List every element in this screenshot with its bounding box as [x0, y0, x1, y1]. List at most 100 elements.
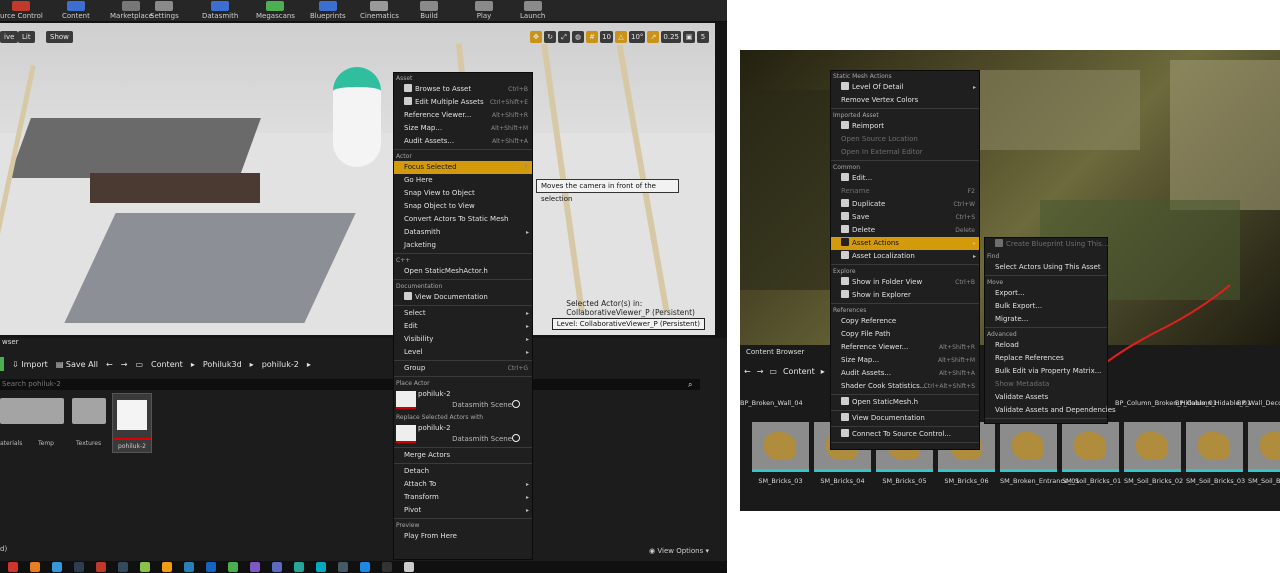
folder-textures[interactable] — [72, 398, 106, 424]
add-new-icon[interactable] — [0, 357, 4, 371]
menu-item[interactable]: Select Actors Using This Asset — [985, 261, 1107, 274]
menu-item[interactable]: Snap View to Object — [394, 187, 532, 200]
content-search-input[interactable]: Search pohiluk-2 — [0, 379, 700, 390]
grid-snap-icon[interactable]: # — [586, 31, 599, 43]
menu-item-play-from-here[interactable]: Play From Here — [394, 530, 532, 543]
menu-item[interactable]: Show in Explorer — [831, 289, 979, 302]
menu-item[interactable]: Copy File Path — [831, 328, 979, 341]
breadcrumb-content[interactable]: Content — [151, 360, 183, 369]
menu-item[interactable]: Browse to Asset Ctrl+B — [394, 83, 532, 96]
blueprint-asset-label[interactable]: BP_Column_Hidable_01 — [1175, 400, 1251, 407]
menu-item[interactable]: Copy Reference — [831, 315, 979, 328]
taskbar-app-icon[interactable] — [206, 562, 216, 572]
taskbar-app-icon[interactable] — [294, 562, 304, 572]
rotation-snap-icon[interactable]: △ — [614, 31, 627, 43]
menu-item[interactable]: Delete Delete — [831, 224, 979, 237]
taskbar-app-icon[interactable] — [162, 562, 172, 572]
taskbar-app-icon[interactable] — [30, 562, 40, 572]
menu-item[interactable]: Select ▸ — [394, 307, 532, 320]
forward-arrow-icon[interactable]: → — [121, 360, 128, 369]
menu-item[interactable]: Edit... — [831, 172, 979, 185]
menu-item[interactable]: Edit Multiple Assets Ctrl+Shift+E — [394, 96, 532, 109]
menu-item[interactable]: Convert Actors To Static Mesh — [394, 213, 532, 226]
search-icon[interactable]: ⌕ — [688, 380, 692, 390]
menu-item[interactable]: Save Ctrl+S — [831, 211, 979, 224]
mesh-asset-thumbnail[interactable] — [1248, 422, 1280, 472]
back-arrow-icon[interactable]: ← — [106, 360, 113, 369]
menu-item[interactable]: Connect To Source Control... — [831, 428, 979, 441]
toolbar-button-launch[interactable]: Launch — [520, 0, 545, 22]
taskbar-app-icon[interactable] — [316, 562, 326, 572]
mesh-asset-thumbnail[interactable] — [752, 422, 809, 472]
viewport-perspective-button[interactable]: ive — [0, 31, 19, 43]
toolbar-button-build[interactable]: Build — [420, 0, 438, 22]
viewport-lit-button[interactable]: Lit — [18, 31, 35, 43]
world-icon[interactable]: ◍ — [572, 31, 585, 43]
toolbar-button-blueprints[interactable]: Blueprints — [310, 0, 346, 22]
scale-snap-value[interactable]: 0.25 — [661, 31, 681, 43]
toolbar-button-datasmith[interactable]: Datasmith — [202, 0, 238, 22]
breadcrumb-pohiluk-2[interactable]: pohiluk-2 — [262, 360, 299, 369]
menu-item[interactable]: Pivot ▸ — [394, 504, 532, 517]
toolbar-button-source-control[interactable]: urce Control — [0, 0, 43, 22]
taskbar-app-icon[interactable] — [228, 562, 238, 572]
view-options-button[interactable]: ◉ View Options ▾ — [649, 547, 709, 555]
menu-item[interactable]: Validate Assets and Dependencies — [985, 404, 1116, 417]
menu-item[interactable]: Attach To ▸ — [394, 478, 532, 491]
menu-item[interactable]: Edit ▸ — [394, 320, 532, 333]
menu-item[interactable]: Transform ▸ — [394, 491, 532, 504]
menu-item-create-blueprint[interactable]: Create Blueprint Using This... — [985, 238, 1108, 251]
taskbar-app-icon[interactable] — [272, 562, 282, 572]
breadcrumb-content[interactable]: Content — [783, 367, 815, 376]
menu-item[interactable]: Open In External Editor — [831, 146, 979, 159]
toolbar-button-content[interactable]: Content — [62, 0, 90, 22]
menu-item[interactable]: Asset Actions ▸ — [831, 237, 979, 250]
mesh-asset-thumbnail[interactable] — [1000, 422, 1057, 472]
menu-item[interactable]: Reference Viewer... Alt+Shift+R — [831, 341, 979, 354]
folder-materials[interactable] — [0, 398, 34, 424]
menu-item[interactable]: Snap Object to View — [394, 200, 532, 213]
menu-item[interactable]: Audit Assets... Alt+Shift+A — [831, 367, 979, 380]
camera-speed-value[interactable]: 5 — [697, 31, 709, 43]
import-button[interactable]: ⇩ Import — [12, 360, 48, 369]
folder-icon[interactable]: ▭ — [769, 367, 777, 376]
rotate-icon[interactable]: ↻ — [544, 31, 557, 43]
content-browser-tab[interactable]: wser — [0, 338, 19, 350]
menu-item[interactable]: Jacketing — [394, 239, 532, 252]
mesh-asset-thumbnail[interactable] — [1186, 422, 1243, 472]
taskbar-app-icon[interactable] — [360, 562, 370, 572]
save-all-button[interactable]: ▤ Save All — [56, 360, 98, 369]
menu-item[interactable]: Open Source Location — [831, 133, 979, 146]
menu-item[interactable]: Bulk Export... — [985, 300, 1107, 313]
scale-icon[interactable]: ⤢ — [558, 31, 571, 43]
toolbar-button-settings[interactable]: Settings — [150, 0, 179, 22]
viewport-show-button[interactable]: Show — [46, 31, 73, 43]
blueprint-asset-label[interactable]: BP_Column_Broken_Hidable_01 — [1115, 400, 1217, 407]
taskbar-app-icon[interactable] — [140, 562, 150, 572]
taskbar-app-icon[interactable] — [184, 562, 194, 572]
menu-item[interactable]: Size Map... Alt+Shift+M — [394, 122, 532, 135]
toolbar-button-play[interactable]: Play — [475, 0, 493, 22]
place-actor-item[interactable]: pohiluk-2 Datasmith Scene — [394, 388, 532, 412]
content-browser-tab[interactable]: Content Browser — [746, 348, 804, 358]
folder-temp[interactable] — [30, 398, 64, 424]
forward-arrow-icon[interactable]: → — [757, 367, 764, 376]
menu-item[interactable]: Reload — [985, 339, 1107, 352]
toolbar-button-marketplace[interactable]: Marketplace — [110, 0, 153, 22]
menu-item[interactable]: Show Metadata — [985, 378, 1107, 391]
menu-item[interactable]: Datasmith ▸ — [394, 226, 532, 239]
menu-item[interactable]: Detach — [394, 465, 532, 478]
menu-item[interactable]: Open StaticMesh.h — [831, 396, 979, 409]
menu-item[interactable]: Show in Folder View Ctrl+B — [831, 276, 979, 289]
taskbar-app-icon[interactable] — [118, 562, 128, 572]
taskbar-app-icon[interactable] — [250, 562, 260, 572]
menu-item-group[interactable]: Group Ctrl+G — [394, 362, 532, 375]
back-arrow-icon[interactable]: ← — [744, 367, 751, 376]
mesh-asset-thumbnail[interactable] — [1124, 422, 1181, 472]
toolbar-button-megascans[interactable]: Megascans — [256, 0, 295, 22]
blueprint-asset-label[interactable]: BP_Broken_Wall_04 — [740, 400, 803, 407]
menu-item[interactable]: Validate Assets — [985, 391, 1107, 404]
replace-actor-item[interactable]: pohiluk-2 Datasmith Scene — [394, 422, 532, 446]
scale-snap-icon[interactable]: ↗ — [647, 31, 660, 43]
menu-item[interactable]: Open StaticMeshActor.h — [394, 265, 532, 278]
